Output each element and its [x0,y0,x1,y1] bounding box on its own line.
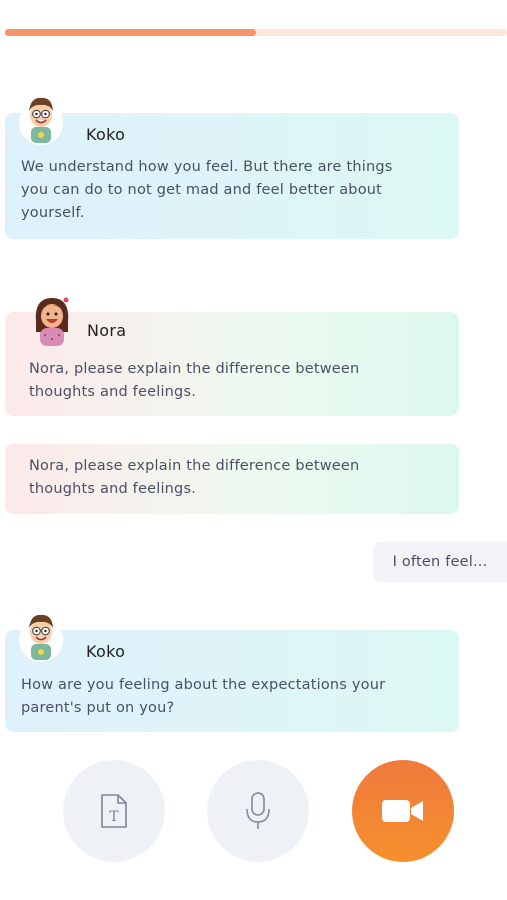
nora-message-bubble: Nora, please explain the difference betw… [5,444,459,514]
koko-avatar-icon [29,97,53,143]
progress-bar [5,29,507,36]
message-line: thoughts and feelings. [29,481,197,497]
progress-bar-fill [5,29,256,36]
nora-avatar [30,297,74,346]
koko-avatar [19,614,63,662]
message-line: How are you feeling about the expectatio… [21,677,386,693]
video-camera-icon [382,800,423,822]
nora-avatar-icon [35,297,69,346]
video-input-button[interactable] [352,760,454,862]
text-input-button[interactable]: T [63,760,165,862]
koko-message-bubble: Koko How are you feeling about the expec… [5,630,459,732]
sender-name: Koko [86,642,126,661]
message-line: yourself. [21,205,85,221]
microphone-icon [246,792,270,829]
message-line: We understand how you feel. But there ar… [21,159,393,175]
message-text: We understand how you feel. But there ar… [21,156,393,225]
message-line: parent's put on you? [21,700,175,716]
sender-name: Nora [87,321,127,340]
koko-message-bubble: Koko We understand how you feel. But the… [5,113,459,239]
message-text: How are you feeling about the expectatio… [21,674,385,720]
sender-name: Koko [86,125,126,144]
message-line: thoughts and feelings. [29,384,197,400]
svg-text:T: T [109,809,119,825]
voice-input-button[interactable] [207,760,309,862]
koko-avatar [19,97,63,145]
user-reply-bubble[interactable]: I often feel... [373,542,507,582]
message-text: Nora, please explain the difference betw… [29,358,359,404]
text-file-icon: T [101,794,127,828]
message-line: Nora, please explain the difference betw… [29,458,360,474]
koko-avatar-icon [29,614,53,660]
message-line: you can do to not get mad and feel bette… [21,182,383,198]
message-line: Nora, please explain the difference betw… [29,361,360,377]
message-text: Nora, please explain the difference betw… [29,455,359,501]
